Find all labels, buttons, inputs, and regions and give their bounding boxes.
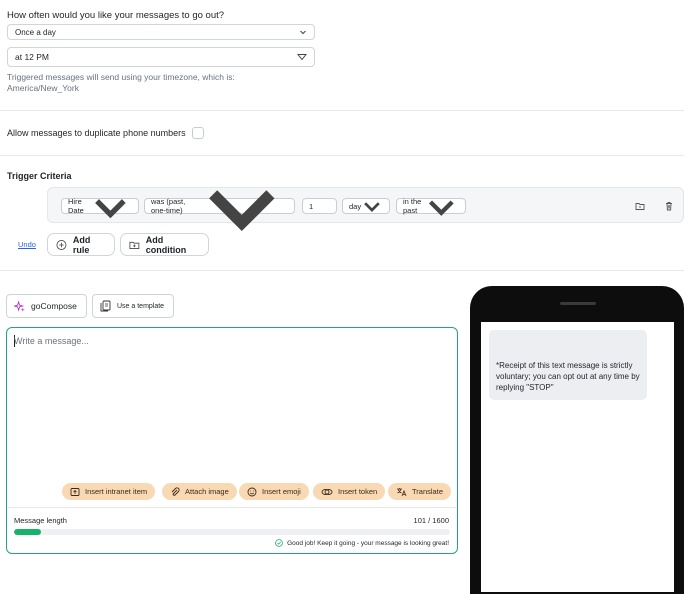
emoji-icon (247, 487, 257, 496)
intranet-icon (70, 487, 80, 496)
use-template-button[interactable]: Use a template (92, 294, 174, 318)
divider (0, 110, 684, 111)
duplicate-phone-checkbox[interactable] (192, 127, 204, 139)
divider (7, 507, 457, 508)
message-feedback-text: Good job! Keep it going - your message i… (287, 539, 449, 547)
plus-circle-icon (56, 239, 67, 250)
token-icon (321, 488, 333, 495)
chevron-down-icon (209, 190, 275, 232)
insert-intranet-item-button[interactable]: Insert intranet item (62, 483, 156, 500)
duplicate-phone-label: Allow messages to duplicate phone number… (7, 128, 186, 138)
divider (0, 155, 684, 156)
paperclip-icon (171, 487, 180, 496)
attach-image-label: Attach image (185, 487, 229, 496)
frequency-question: How often would you like your messages t… (7, 10, 225, 21)
rule-field-value: Hire Date (68, 197, 84, 215)
message-editor[interactable]: Write a message... Insert intranet item … (6, 327, 458, 554)
undo-link[interactable]: Undo (18, 240, 36, 249)
phone-speaker (560, 302, 596, 305)
add-condition-button[interactable]: Add condition (120, 233, 209, 256)
use-template-label: Use a template (117, 302, 165, 310)
rule-amount-input[interactable]: 1 (302, 198, 337, 214)
message-feedback: Good job! Keep it going - your message i… (275, 539, 449, 547)
add-folder-icon (129, 241, 140, 249)
rule-direction-value: in the past (403, 197, 422, 215)
rule-amount-value: 1 (309, 201, 314, 211)
gocompose-button[interactable]: goCompose (6, 294, 87, 318)
insert-emoji-label: Insert emoji (262, 487, 301, 496)
trigger-criteria-title: Trigger Criteria (7, 171, 72, 181)
message-length-fill (14, 529, 42, 535)
divider (0, 270, 684, 271)
timezone-hint: Triggered messages will send using your … (7, 72, 235, 94)
chevron-down-icon (429, 200, 455, 216)
time-select[interactable]: at 12 PM (7, 47, 315, 67)
rule-operator-value: was (past, one-time) (151, 197, 186, 215)
sparkle-icon (14, 300, 25, 312)
template-icon (100, 300, 111, 312)
rule-field-select[interactable]: Hire Date (61, 197, 139, 218)
time-select-value: at 12 PM (15, 52, 50, 62)
folder-icon[interactable] (635, 201, 645, 211)
chevron-down-icon (364, 202, 380, 213)
gocompose-label: goCompose (31, 301, 77, 311)
insert-token-label: Insert token (338, 487, 378, 496)
add-rule-label: Add rule (72, 234, 91, 255)
message-length-count: 101 / 1600 (413, 516, 449, 525)
check-circle-icon (275, 539, 283, 547)
caret-down-icon (297, 54, 307, 61)
timezone-hint-text: Triggered messages will send using your … (7, 72, 235, 82)
chevron-down-icon (95, 198, 126, 218)
translate-label: Translate (412, 487, 443, 496)
insert-emoji-button[interactable]: Insert emoji (239, 483, 309, 500)
add-rule-button[interactable]: Add rule (47, 233, 115, 256)
phone-preview: *Receipt of this text message is strictl… (470, 286, 684, 594)
rule-unit-value: day (349, 201, 362, 211)
message-placeholder: Write a message... (14, 336, 89, 346)
frequency-select-value: Once a day (15, 27, 56, 37)
trash-icon[interactable] (664, 201, 674, 211)
trigger-rule-row: Hire Date was (past, one-time) 1 day in … (47, 187, 684, 232)
frequency-select[interactable]: Once a day (7, 24, 315, 40)
message-length-label: Message length (14, 516, 67, 525)
chevron-down-icon (300, 30, 306, 35)
phone-screen: *Receipt of this text message is strictl… (481, 322, 674, 592)
attach-image-button[interactable]: Attach image (162, 483, 237, 500)
message-preview-bubble: *Receipt of this text message is strictl… (489, 330, 647, 400)
timezone-value: America/New_York (7, 83, 79, 93)
insert-intranet-item-label: Insert intranet item (85, 487, 148, 496)
message-length-bar (14, 529, 450, 535)
translate-icon (397, 487, 407, 496)
insert-token-button[interactable]: Insert token (313, 483, 386, 500)
translate-button[interactable]: Translate (388, 483, 451, 500)
rule-unit-select[interactable]: day (342, 198, 390, 214)
rule-operator-select[interactable]: was (past, one-time) (144, 190, 295, 232)
add-condition-label: Add condition (145, 234, 187, 255)
rule-direction-select[interactable]: in the past (396, 197, 466, 216)
